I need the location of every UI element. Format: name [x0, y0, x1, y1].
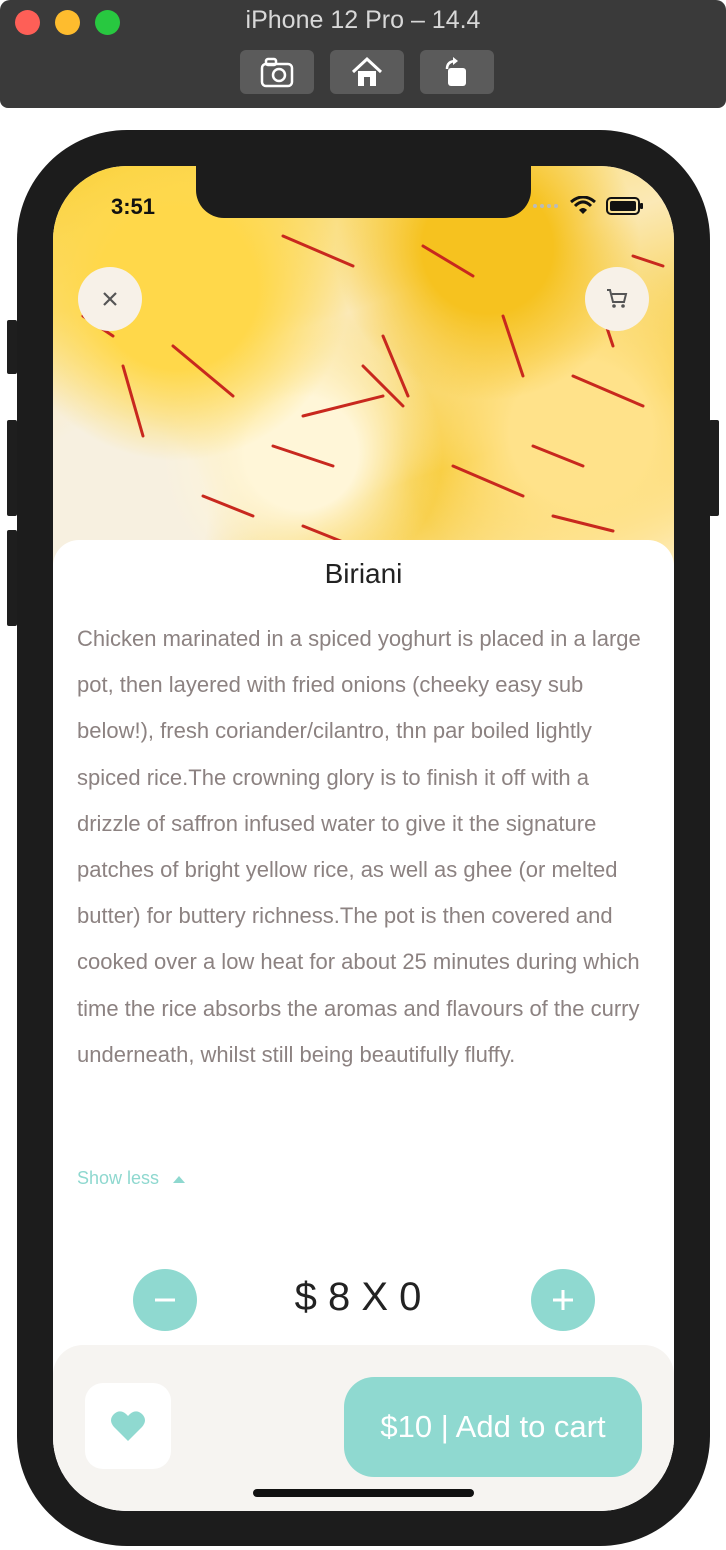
- decrease-quantity-button[interactable]: [133, 1269, 197, 1331]
- home-icon: [351, 56, 383, 86]
- food-image: [53, 166, 674, 576]
- bottom-action-bar: $10 | Add to cart: [53, 1345, 674, 1511]
- home-indicator: [253, 1489, 474, 1497]
- rotate-icon: [445, 57, 466, 86]
- increase-quantity-button[interactable]: [531, 1269, 595, 1331]
- rotate-button[interactable]: [420, 50, 494, 94]
- show-less-toggle[interactable]: Show less: [77, 1168, 187, 1189]
- cart-icon: [607, 289, 628, 308]
- close-button[interactable]: [78, 267, 142, 331]
- simulator-title: iPhone 12 Pro – 14.4: [245, 6, 481, 34]
- home-button[interactable]: [330, 50, 404, 94]
- favorite-button[interactable]: [85, 1383, 171, 1469]
- add-to-cart-button[interactable]: $10 | Add to cart: [344, 1377, 642, 1477]
- product-title: Biriani: [324, 558, 403, 589]
- notch: [196, 166, 531, 218]
- power-button: [709, 420, 719, 516]
- status-icons: [532, 196, 644, 216]
- heart-icon: [111, 1411, 145, 1441]
- screenshot-icon: [260, 57, 294, 88]
- show-less-label: Show less: [77, 1168, 160, 1188]
- mute-switch: [7, 320, 17, 374]
- cart-button[interactable]: [585, 267, 649, 331]
- signal-icon: [533, 204, 558, 208]
- caret-up-icon: [173, 1175, 186, 1183]
- screenshot-button[interactable]: [240, 50, 314, 94]
- simulator-toolbar: iPhone 12 Pro – 14.4: [0, 0, 726, 108]
- volume-down-button: [7, 530, 17, 626]
- close-icon: [103, 292, 117, 306]
- price-quantity: $ 8 X 0: [294, 1275, 422, 1319]
- battery-icon: [606, 197, 643, 215]
- wifi-icon: [570, 196, 596, 214]
- volume-up-button: [7, 420, 17, 516]
- saffron-strands: [81, 234, 665, 548]
- product-description: Chicken marinated in a spiced yoghurt is…: [77, 626, 641, 1067]
- plus-icon: [553, 1290, 573, 1310]
- minus-icon: [155, 1298, 175, 1302]
- phone-screen: 3:51 Biriani Chicken marinated in a spic…: [53, 166, 674, 1511]
- status-time: 3:51: [111, 194, 156, 219]
- detail-sheet: Biriani Chicken marinated in a spiced yo…: [53, 540, 674, 1511]
